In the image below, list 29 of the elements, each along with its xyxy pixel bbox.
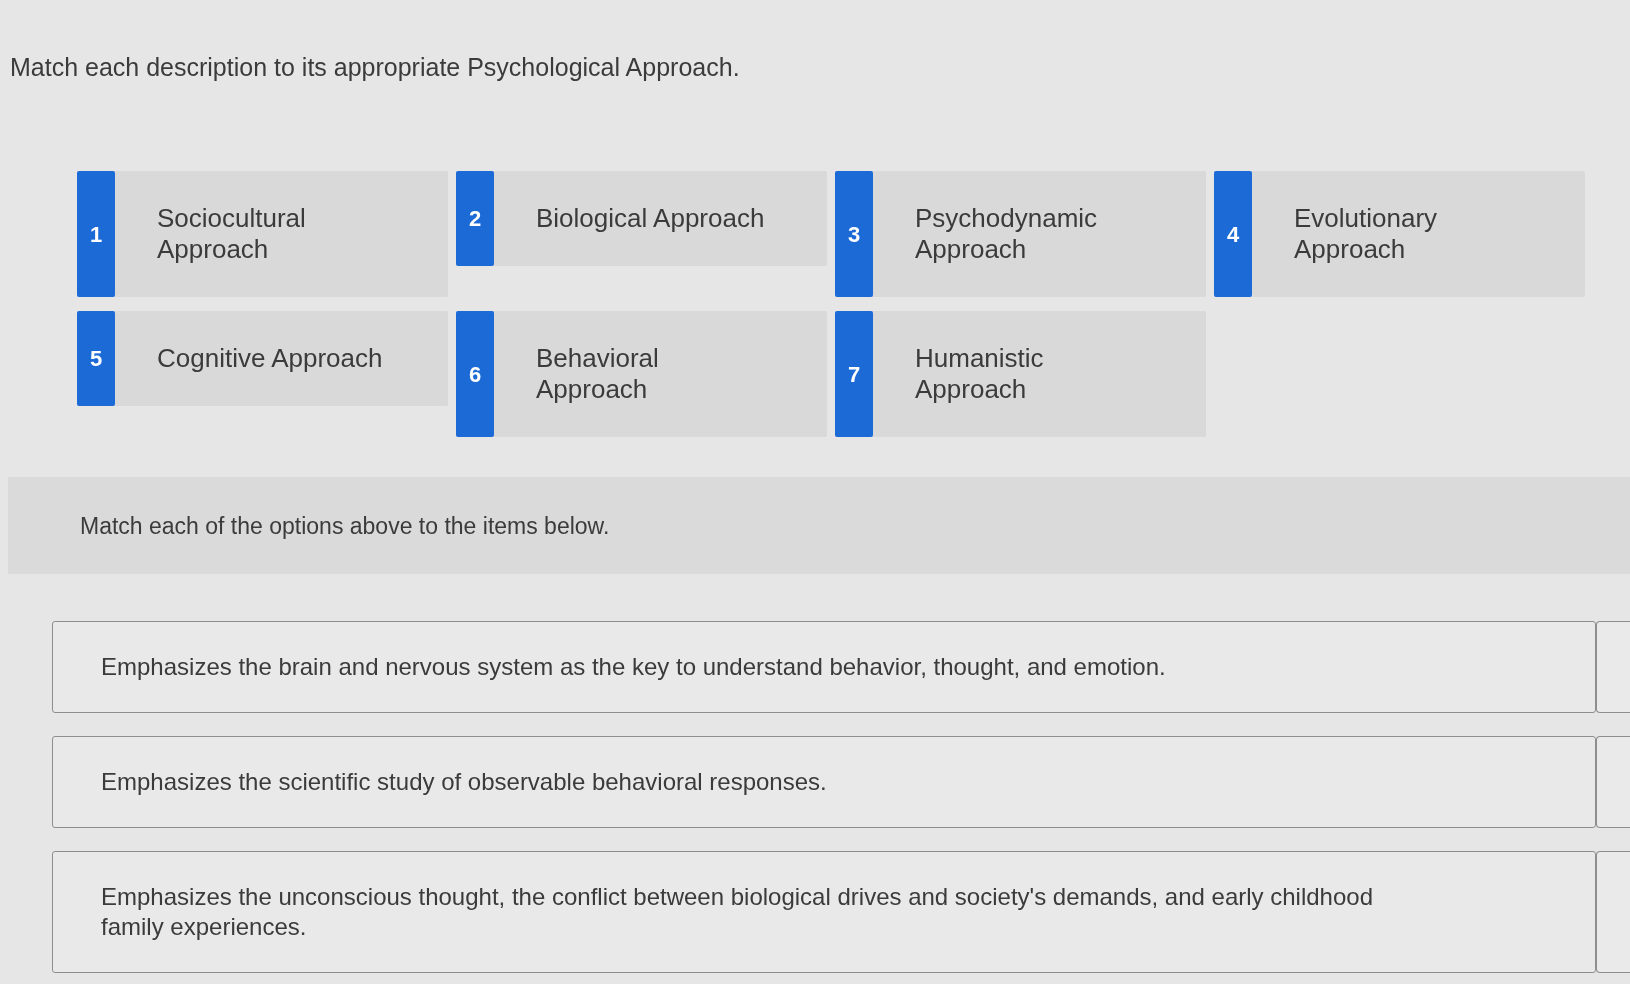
- option-number: 3: [835, 171, 873, 297]
- option-card[interactable]: 7 Humanistic Approach: [835, 311, 1206, 437]
- option-label: Evolutionary Approach: [1294, 203, 1439, 265]
- option-label: Biological Approach: [536, 203, 766, 234]
- question-instructions: Match each description to its appropriate Psychological Approach.: [10, 53, 740, 81]
- option-number: 7: [835, 311, 873, 437]
- description-card: Emphasizes the unconscious thought, the conflict between biological drives and society's demands, and early childhood family experiences.: [52, 851, 1596, 973]
- description-card: Emphasizes the brain and nervous system as the key to understand behavior, thought, and emotion.: [52, 621, 1596, 713]
- option-card[interactable]: 1 Sociocultural Approach: [77, 171, 448, 297]
- description-card: Emphasizes the scientific study of observable behavioral responses.: [52, 736, 1596, 828]
- answer-box[interactable]: [1596, 736, 1630, 828]
- answer-box[interactable]: [1596, 621, 1630, 713]
- option-number: 6: [456, 311, 494, 437]
- option-number: 2: [456, 171, 494, 266]
- option-label: Sociocultural Approach: [157, 203, 307, 265]
- instruction-text: Match each of the options above to the items below.: [80, 511, 610, 540]
- option-label: Humanistic Approach: [915, 343, 1045, 405]
- option-card[interactable]: 4 Evolutionary Approach: [1214, 171, 1585, 297]
- option-number: 5: [77, 311, 115, 406]
- option-label: Cognitive Approach: [157, 343, 384, 374]
- option-label: Behavioral Approach: [536, 343, 660, 405]
- answer-box[interactable]: [1596, 851, 1630, 973]
- option-number: 4: [1214, 171, 1252, 297]
- option-card[interactable]: 2 Biological Approach: [456, 171, 827, 266]
- option-number: 1: [77, 171, 115, 297]
- option-label: Psychodynamic Approach: [915, 203, 1099, 265]
- option-card[interactable]: 6 Behavioral Approach: [456, 311, 827, 437]
- option-card[interactable]: 5 Cognitive Approach: [77, 311, 448, 406]
- option-card[interactable]: 3 Psychodynamic Approach: [835, 171, 1206, 297]
